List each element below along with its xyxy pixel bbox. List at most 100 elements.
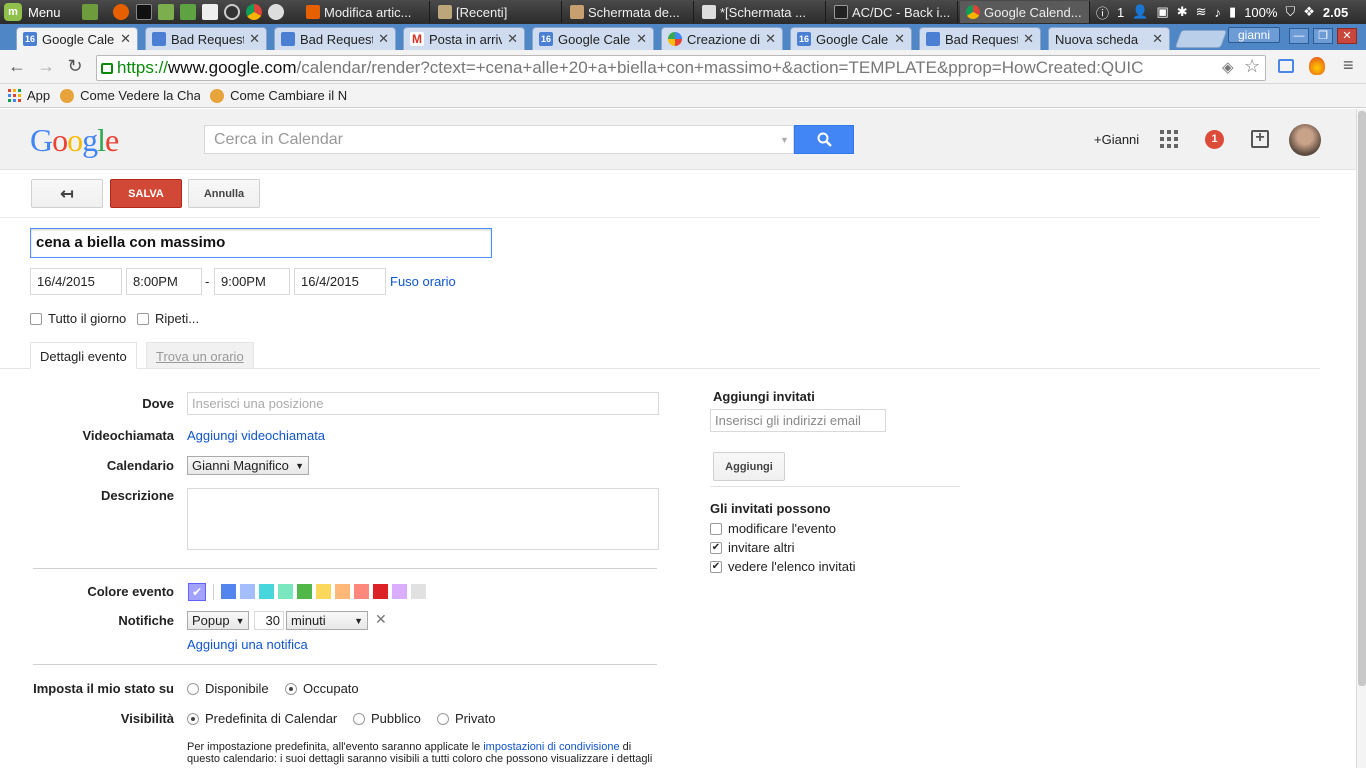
visibility-private-option[interactable]: Privato	[437, 711, 495, 726]
status-available-radio[interactable]	[187, 682, 199, 695]
bluetooth-icon[interactable]: ✱	[1177, 4, 1188, 20]
task-schermata-de[interactable]: Schermata de...	[564, 1, 694, 23]
chrome-launcher-icon[interactable]	[246, 4, 262, 20]
close-window-icon[interactable]: ✕	[1337, 28, 1357, 44]
os-menu-button[interactable]: m Menu	[4, 3, 61, 21]
close-tab-icon[interactable]: ✕	[249, 31, 260, 47]
tab-google-calendar-1[interactable]: 16 Google Caler ✕	[16, 27, 138, 50]
tab-find-time[interactable]: Trova un orario	[146, 342, 254, 369]
repeat-option[interactable]: Ripeti...	[137, 311, 199, 326]
battery-icon[interactable]: ▮	[1229, 4, 1236, 20]
perm-see-option[interactable]: vedere l'elenco invitati	[710, 559, 856, 574]
google-plus-user-link[interactable]: +Gianni	[1094, 132, 1139, 147]
color-swatch[interactable]	[278, 584, 293, 599]
network-launcher-icon[interactable]	[268, 4, 284, 20]
status-available-option[interactable]: Disponibile	[187, 681, 269, 696]
document-launcher-icon[interactable]	[202, 4, 218, 20]
status-busy-radio[interactable]	[285, 682, 297, 695]
google-apps-icon[interactable]	[1160, 130, 1178, 148]
visibility-default-option[interactable]: Predefinita di Calendar	[187, 711, 337, 726]
close-tab-icon[interactable]: ✕	[1023, 31, 1034, 47]
perm-modify-option[interactable]: modificare l'evento	[710, 521, 836, 536]
add-notification-link[interactable]: Aggiungi una notifica	[187, 637, 308, 652]
tab-event-details[interactable]: Dettagli evento	[30, 342, 137, 369]
translate-icon[interactable]: ◈	[1222, 58, 1234, 76]
new-tab-button[interactable]	[1174, 30, 1228, 48]
perm-modify-checkbox[interactable]	[710, 522, 722, 535]
visibility-default-radio[interactable]	[187, 712, 199, 725]
file-manager-launcher-icon[interactable]	[82, 4, 98, 20]
close-tab-icon[interactable]: ✕	[1152, 31, 1163, 47]
tab-google-calendar-3[interactable]: 16 Google Caler ✕	[790, 27, 912, 50]
profile-button[interactable]: gianni	[1228, 27, 1280, 43]
notification-unit-select[interactable]: minuti ▼	[286, 611, 368, 630]
tab-bad-request-3[interactable]: Bad Request ✕	[919, 27, 1041, 50]
visibility-public-radio[interactable]	[353, 712, 365, 725]
download-launcher-icon[interactable]	[180, 4, 196, 20]
back-button[interactable]: ↤	[31, 179, 103, 208]
color-swatch[interactable]	[354, 584, 369, 599]
google-logo[interactable]: Google	[30, 122, 119, 159]
close-tab-icon[interactable]: ✕	[120, 31, 131, 47]
cancel-button[interactable]: Annulla	[188, 179, 260, 208]
close-tab-icon[interactable]: ✕	[894, 31, 905, 47]
location-input[interactable]: Inserisci una posizione	[187, 392, 659, 415]
notification-amount-input[interactable]: 30	[254, 611, 284, 630]
task-schermata-edit[interactable]: *[Schermata ...	[696, 1, 826, 23]
color-swatch[interactable]	[392, 584, 407, 599]
perm-invite-option[interactable]: invitare altri	[710, 540, 794, 555]
add-guest-button[interactable]: Aggiungi	[713, 452, 785, 481]
minimize-icon[interactable]: —	[1289, 28, 1309, 44]
task-modifica-articolo[interactable]: Modifica artic...	[300, 1, 430, 23]
extension-icon[interactable]	[1278, 59, 1294, 73]
color-swatch[interactable]	[335, 584, 350, 599]
tab-creazione[interactable]: Creazione di ✕	[661, 27, 783, 50]
color-swatch[interactable]	[221, 584, 236, 599]
tab-bad-request-2[interactable]: Bad Request ✕	[274, 27, 396, 50]
calendar-search-input[interactable]: Cerca in Calendar	[204, 125, 794, 154]
page-scrollbar[interactable]	[1356, 109, 1366, 768]
clipboard-icon[interactable]: ▣	[1156, 4, 1168, 20]
default-color-swatch[interactable]: ✔	[188, 583, 206, 601]
bookmark-come-cambiare[interactable]: Come Cambiare il N	[210, 88, 350, 103]
color-swatch[interactable]	[411, 584, 426, 599]
guest-email-input[interactable]: Inserisci gli indirizzi email	[710, 409, 886, 432]
volume-icon[interactable]: ♪	[1215, 5, 1222, 20]
wifi-icon[interactable]: ≋	[1196, 4, 1207, 20]
all-day-checkbox[interactable]	[30, 312, 42, 325]
close-tab-icon[interactable]: ✕	[507, 31, 518, 47]
bookmark-apps[interactable]: App	[8, 88, 50, 103]
tab-bad-request-1[interactable]: Bad Request ✕	[145, 27, 267, 50]
color-swatch[interactable]	[297, 584, 312, 599]
task-recenti[interactable]: [Recenti]	[432, 1, 562, 23]
start-time-input[interactable]: 8:00PM	[126, 268, 202, 295]
folder-launcher-icon[interactable]	[158, 4, 174, 20]
shield-icon[interactable]: ⛉	[1285, 4, 1295, 20]
bookmark-come-vedere[interactable]: Come Vedere la Cha	[60, 88, 200, 103]
event-title-input[interactable]: cena a biella con massimo	[30, 228, 492, 258]
close-tab-icon[interactable]: ✕	[765, 31, 776, 47]
task-google-calendar[interactable]: Google Calend...	[960, 1, 1090, 23]
color-swatch[interactable]	[259, 584, 274, 599]
start-date-input[interactable]: 16/4/2015	[30, 268, 122, 295]
tab-new-tab[interactable]: Nuova scheda ✕	[1048, 27, 1170, 50]
color-swatch[interactable]	[373, 584, 388, 599]
tab-gmail-inbox[interactable]: M Posta in arriv ✕	[403, 27, 525, 50]
clock[interactable]: 2.05	[1323, 5, 1348, 20]
close-tab-icon[interactable]: ✕	[378, 31, 389, 47]
info-icon[interactable]: ⓘ	[1096, 3, 1109, 22]
address-bar[interactable]: https://www.google.com/calendar/render?c…	[96, 55, 1266, 81]
tab-google-calendar-2[interactable]: 16 Google Caler ✕	[532, 27, 654, 50]
sharing-settings-link[interactable]: impostazioni di condivisione	[483, 741, 619, 753]
status-busy-option[interactable]: Occupato	[285, 681, 359, 696]
user-icon[interactable]: 👤	[1132, 4, 1148, 20]
search-button[interactable]	[794, 125, 854, 154]
end-time-input[interactable]: 9:00PM	[214, 268, 290, 295]
maximize-icon[interactable]: ❐	[1313, 28, 1333, 44]
scrollbar-thumb[interactable]	[1358, 111, 1366, 686]
repeat-checkbox[interactable]	[137, 312, 149, 325]
reload-icon[interactable]: ↻	[64, 56, 86, 77]
chrome-menu-icon[interactable]: ≡	[1343, 55, 1354, 76]
dropbox-icon[interactable]: ❖	[1303, 4, 1315, 20]
calendar-select[interactable]: Gianni Magnifico ▼	[187, 456, 309, 475]
